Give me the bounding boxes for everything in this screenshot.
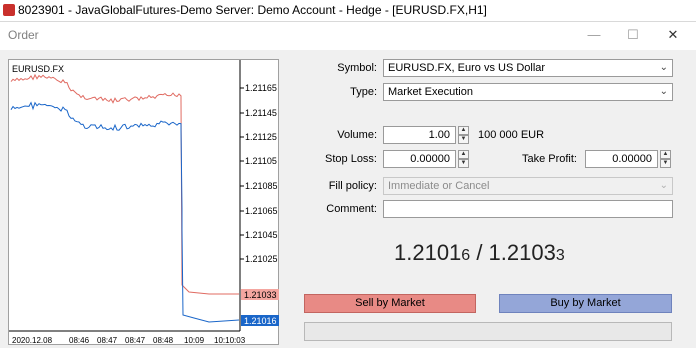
- app-titlebar: 8023901 - JavaGlobalFutures-Demo Server:…: [0, 0, 696, 22]
- quote-separator: /: [470, 240, 489, 265]
- symbol-label: Symbol:: [337, 62, 377, 74]
- type-label: Type:: [350, 86, 377, 98]
- chevron-down-icon: ⌄: [659, 86, 668, 97]
- stoploss-input[interactable]: 0.00000: [383, 150, 456, 168]
- dialog-titlebar: Order — ☐ ✕: [0, 22, 696, 47]
- price-tick-label: 1.21165: [245, 83, 277, 93]
- time-tick-label: 08:48: [153, 336, 174, 345]
- sell-by-market-button[interactable]: Sell by Market: [304, 294, 476, 313]
- symbol-select[interactable]: EURUSD.FX, Euro vs US Dollar ⌄: [383, 59, 673, 77]
- chart-symbol: EURUSD.FX: [12, 64, 64, 74]
- time-tick-label: 10:10:03: [214, 336, 246, 345]
- spin-down-icon[interactable]: ▼: [458, 135, 469, 144]
- chevron-down-icon: ⌄: [659, 180, 668, 191]
- symbol-value: EURUSD.FX, Euro vs US Dollar: [388, 62, 546, 74]
- volume-stepper[interactable]: ▲ ▼: [458, 126, 469, 144]
- time-tick-label: 08:46: [69, 336, 90, 345]
- tick-chart: EURUSD.FX 1.21165 1.21145 1.21125 1.21105 1.…: [8, 59, 279, 345]
- takeprofit-label: Take Profit:: [521, 153, 577, 165]
- price-tick-label: 1.21105: [245, 156, 277, 166]
- tick-chart-svg: EURUSD.FX 1.21165 1.21145 1.21125 1.21105 1.…: [9, 60, 279, 345]
- spin-up-icon[interactable]: ▲: [458, 150, 469, 159]
- order-dialog-body: EURUSD.FX 1.21165 1.21145 1.21125 1.21105 1.…: [0, 50, 696, 348]
- comment-label: Comment:: [326, 203, 377, 215]
- time-tick-label: 08:47: [97, 336, 118, 345]
- price-tick-label: 1.21065: [245, 206, 278, 216]
- price-tick-label: 1.21125: [245, 132, 277, 142]
- type-value: Market Execution: [388, 86, 473, 98]
- dialog-title: Order: [8, 28, 39, 42]
- stoploss-stepper[interactable]: ▲ ▼: [458, 150, 469, 168]
- app-icon: [3, 4, 15, 16]
- time-tick-label: 10:09: [184, 336, 205, 345]
- svg-text:1.21033: 1.21033: [244, 290, 277, 300]
- fill-policy-select[interactable]: Immediate or Cancel ⌄: [383, 177, 673, 195]
- volume-label: Volume:: [337, 129, 377, 141]
- close-button[interactable]: ✕: [662, 26, 684, 44]
- time-tick-label: 08:47: [125, 336, 146, 345]
- price-tick-label: 1.21085: [245, 181, 278, 191]
- comment-input[interactable]: [383, 200, 673, 218]
- bid-price: 1.2101: [394, 240, 462, 265]
- stoploss-label: Stop Loss:: [325, 153, 377, 165]
- buy-by-market-button[interactable]: Buy by Market: [499, 294, 672, 313]
- bid-price-tag: 1.21016: [241, 315, 279, 326]
- spin-up-icon[interactable]: ▲: [458, 126, 469, 135]
- spin-down-icon[interactable]: ▼: [458, 159, 469, 168]
- minimize-button[interactable]: —: [583, 26, 605, 44]
- ask-price-line: [10, 73, 239, 295]
- ask-price-tag: 1.21033: [241, 289, 279, 300]
- fill-policy-value: Immediate or Cancel: [388, 180, 490, 192]
- volume-input[interactable]: 1.00: [383, 126, 456, 144]
- price-tick-label: 1.21045: [245, 230, 278, 240]
- type-select[interactable]: Market Execution ⌄: [383, 83, 673, 101]
- bid-price-line: [10, 101, 240, 323]
- chevron-down-icon: ⌄: [659, 62, 668, 73]
- fill-policy-label: Fill policy:: [328, 180, 377, 192]
- spin-down-icon[interactable]: ▼: [660, 159, 671, 168]
- app-title: 8023901 - JavaGlobalFutures-Demo Server:…: [18, 3, 487, 17]
- spin-up-icon[interactable]: ▲: [660, 150, 671, 159]
- ask-price: 1.2103: [488, 240, 556, 265]
- price-tick-label: 1.21025: [245, 254, 278, 264]
- svg-text:1.21016: 1.21016: [244, 316, 277, 326]
- time-tick-label: 2020.12.08: [12, 336, 53, 345]
- price-quote: 1.21016 / 1.21033: [394, 240, 565, 266]
- takeprofit-input[interactable]: 0.00000: [585, 150, 658, 168]
- price-tick-label: 1.21145: [245, 108, 277, 118]
- maximize-button[interactable]: ☐: [622, 26, 644, 44]
- volume-note: 100 000 EUR: [478, 129, 545, 141]
- place-order-button[interactable]: [304, 322, 672, 341]
- bid-price-last-digit: 6: [461, 247, 471, 264]
- ask-price-last-digit: 3: [555, 247, 565, 264]
- takeprofit-stepper[interactable]: ▲ ▼: [660, 150, 671, 168]
